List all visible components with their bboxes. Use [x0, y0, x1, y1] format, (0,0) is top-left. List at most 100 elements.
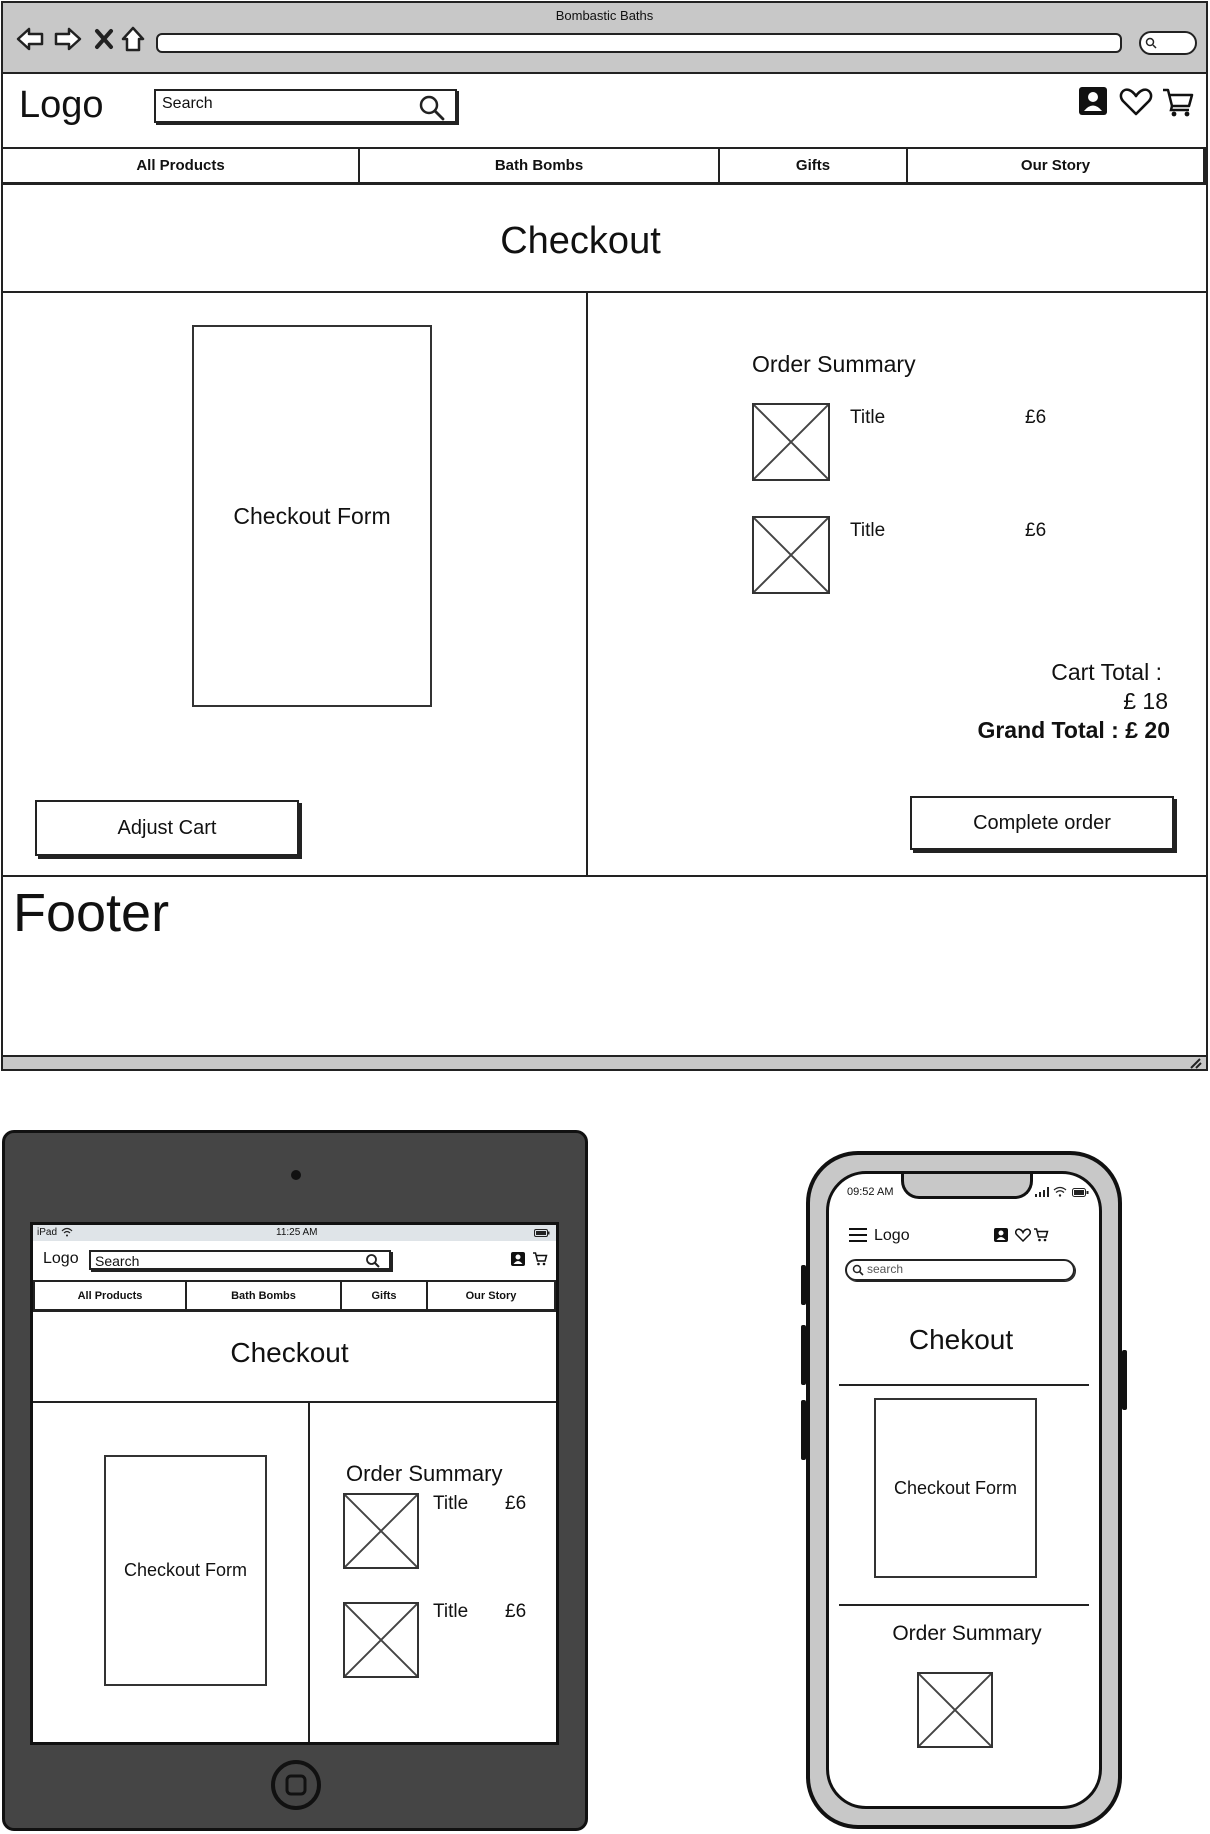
checkout-form-label: Checkout Form	[123, 1560, 248, 1580]
cart-icon[interactable]	[532, 1251, 548, 1267]
order-item-image	[752, 403, 830, 481]
checkout-form-label: Checkout Form	[233, 502, 391, 529]
battery-icon	[534, 1229, 550, 1237]
order-summary-heading: Order Summary	[892, 1622, 1042, 1645]
phone-screen: 09:52 AM Logo search Chekout Checkout Fo…	[826, 1171, 1102, 1809]
order-item-title: Title	[433, 1601, 469, 1622]
phone-frame: 09:52 AM Logo search Chekout Checkout Fo…	[801, 1151, 1127, 1829]
tablet-logo[interactable]: Logo	[43, 1250, 79, 1268]
account-icon[interactable]	[994, 1228, 1008, 1242]
tablet-camera	[291, 1170, 301, 1180]
cart-icon[interactable]	[1161, 86, 1195, 118]
phone-time: 09:52 AM	[847, 1186, 894, 1198]
heart-icon[interactable]	[1119, 87, 1153, 117]
search-icon[interactable]	[418, 94, 446, 122]
order-item-title: Title	[850, 407, 886, 428]
tablet-title-divider	[33, 1401, 556, 1403]
mobile-page-title: Chekout	[908, 1324, 1014, 1355]
phone-side-button	[1122, 1350, 1127, 1410]
checkout-form[interactable]: Checkout Form	[104, 1455, 267, 1686]
phone-notch	[901, 1174, 1033, 1199]
order-item-image	[343, 1602, 419, 1678]
nav-item-bath-bombs[interactable]: Bath Bombs	[187, 1282, 342, 1309]
search-icon	[852, 1264, 864, 1276]
mobile-search-bar[interactable]: search	[845, 1259, 1075, 1281]
home-icon[interactable]	[119, 25, 147, 53]
account-icon[interactable]	[511, 1252, 525, 1266]
nav-item-our-story[interactable]: Our Story	[908, 149, 1206, 182]
order-item-image	[752, 516, 830, 594]
cart-total-value: £ 18	[1123, 688, 1168, 714]
title-divider	[3, 291, 1206, 293]
nav-item-all-products[interactable]: All Products	[3, 149, 360, 182]
tablet-home-button-icon[interactable]	[271, 1760, 321, 1810]
tablet-frame: iPad 11:25 AM Logo Search All Products B…	[2, 1130, 588, 1831]
tablet-nav: All Products Bath Bombs Gifts Our Story	[33, 1280, 556, 1312]
main-nav: All Products Bath Bombs Gifts Our Story	[3, 147, 1206, 185]
browser-chrome: Bombastic Baths	[3, 3, 1206, 74]
order-item-price: £6	[1025, 407, 1047, 428]
tablet-search-bar[interactable]: Search	[89, 1250, 391, 1270]
browser-status-bar	[3, 1055, 1206, 1069]
battery-icon	[1072, 1188, 1089, 1197]
site-logo[interactable]: Logo	[19, 83, 104, 127]
stop-icon[interactable]	[94, 28, 114, 50]
order-item-price: £6	[505, 1493, 527, 1514]
order-summary-heading: Order Summary	[752, 351, 916, 377]
order-item-title: Title	[433, 1493, 469, 1514]
phone-side-button	[801, 1400, 806, 1460]
footer: Footer	[3, 875, 1206, 1059]
tablet-content-divider	[308, 1401, 310, 1742]
tablet-time: 11:25 AM	[276, 1227, 318, 1238]
complete-order-button[interactable]: Complete order	[910, 796, 1174, 850]
browser-search-pill[interactable]	[1139, 31, 1197, 55]
forward-arrow-icon[interactable]	[53, 25, 83, 53]
mobile-form-divider	[839, 1604, 1089, 1606]
back-arrow-icon[interactable]	[15, 25, 45, 53]
grand-total: Grand Total : £ 20	[977, 717, 1170, 743]
checkout-form[interactable]: Checkout Form	[192, 325, 432, 707]
nav-item-our-story[interactable]: Our Story	[428, 1282, 556, 1309]
mobile-logo[interactable]: Logo	[874, 1227, 910, 1245]
checkout-form-label: Checkout Form	[893, 1477, 1018, 1498]
resize-handle-icon[interactable]	[1188, 1057, 1202, 1069]
signal-icon	[1035, 1187, 1049, 1197]
order-item-price: £6	[505, 1601, 527, 1622]
order-item-image	[917, 1672, 993, 1748]
browser-title: Bombastic Baths	[555, 7, 654, 23]
order-item-title: Title	[850, 520, 886, 541]
order-item-price: £6	[1025, 520, 1047, 541]
tablet-screen: iPad 11:25 AM Logo Search All Products B…	[30, 1222, 559, 1745]
cart-icon[interactable]	[1033, 1227, 1049, 1243]
nav-item-gifts[interactable]: Gifts	[342, 1282, 428, 1309]
tablet-device-label: iPad	[37, 1227, 58, 1238]
wifi-icon	[1053, 1186, 1067, 1197]
phone-side-button	[801, 1325, 806, 1385]
cart-total-label: Cart Total :	[1051, 659, 1162, 685]
content-divider	[586, 293, 588, 875]
browser-window: Bombastic Baths Logo Search All Products…	[1, 1, 1208, 1071]
wifi-icon	[61, 1227, 73, 1237]
footer-label: Footer	[13, 883, 170, 943]
page-title: Checkout	[500, 219, 661, 262]
tablet-status-bar: iPad 11:25 AM	[33, 1225, 556, 1241]
order-item-image	[343, 1493, 419, 1569]
tablet-search-input[interactable]: Search	[95, 1253, 139, 1269]
search-bar[interactable]: Search	[154, 89, 457, 123]
phone-side-button	[801, 1265, 806, 1305]
hamburger-menu-icon[interactable]	[848, 1227, 868, 1243]
order-summary-heading: Order Summary	[346, 1461, 503, 1486]
search-input[interactable]: Search	[162, 95, 213, 113]
address-bar[interactable]	[156, 33, 1122, 53]
search-icon[interactable]	[365, 1253, 381, 1269]
nav-item-all-products[interactable]: All Products	[33, 1282, 187, 1309]
nav-item-bath-bombs[interactable]: Bath Bombs	[360, 149, 720, 182]
heart-icon[interactable]	[1015, 1228, 1031, 1242]
tablet-page-title: Checkout	[230, 1337, 349, 1368]
nav-item-gifts[interactable]: Gifts	[720, 149, 908, 182]
adjust-cart-button[interactable]: Adjust Cart	[35, 800, 299, 856]
account-icon[interactable]	[1078, 86, 1108, 116]
mobile-search-input[interactable]: search	[867, 1262, 903, 1276]
checkout-form[interactable]: Checkout Form	[874, 1398, 1037, 1578]
mobile-title-divider	[839, 1384, 1089, 1386]
